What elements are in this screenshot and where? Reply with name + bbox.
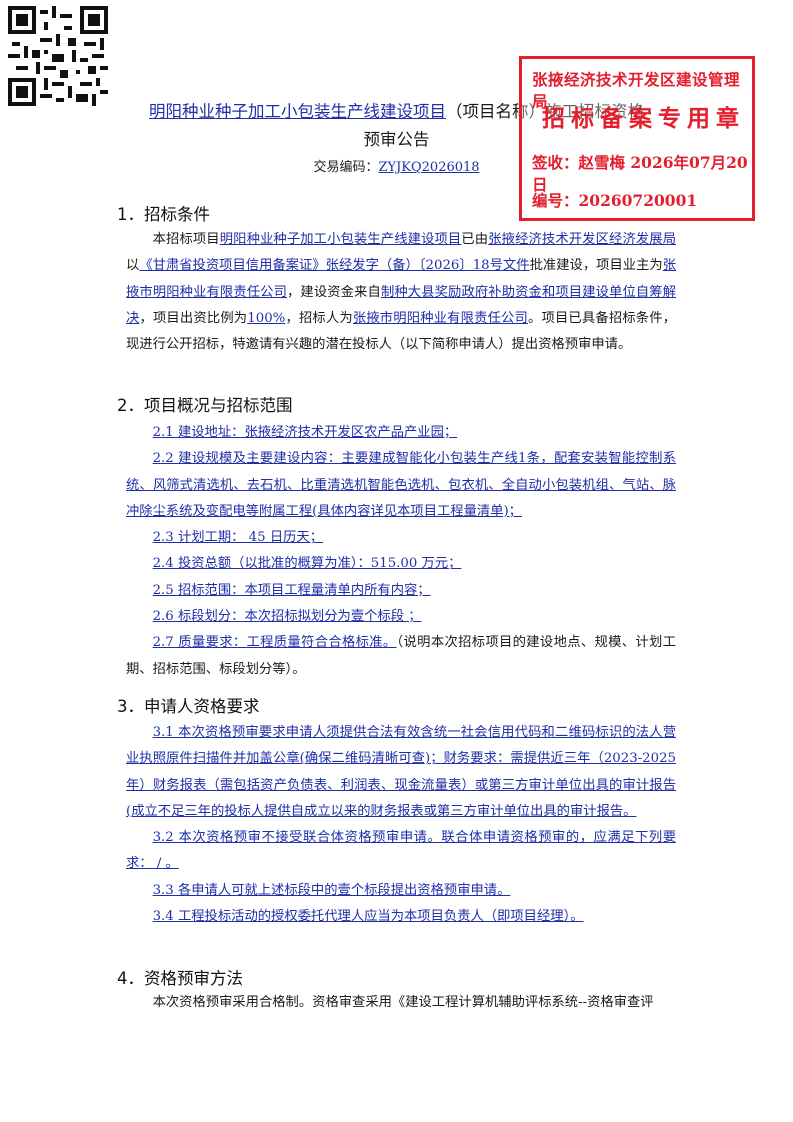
approver-link[interactable]: 张掖经济技术开发区经济发展局: [488, 232, 676, 247]
section4-body: 本次资格预审采用合格制。资格审查采用《建设工程计算机辅助评标系统--资格审查评: [126, 990, 676, 1016]
project-name-link[interactable]: 明阳种业种子加工小包装生产线建设项目: [149, 102, 446, 121]
section1-paragraph: 本招标项目明阳种业种子加工小包装生产线建设项目已由张掖经济技术开发区经济发展局以…: [126, 232, 677, 353]
list-item: 3.4 工程投标活动的授权委托代理人应当为本项目负责人（即项目经理）。: [152, 909, 584, 925]
ratio-link[interactable]: 100%: [247, 311, 285, 326]
section3-heading: 3．申请人资格要求: [117, 697, 260, 716]
list-item: 3.1 本次资格预审要求申请人须提供合法有效含统一社会信用代码和二维码标识的法人…: [126, 725, 676, 819]
section1-body: 本招标项目明阳种业种子加工小包装生产线建设项目已由张掖经济技术开发区经济发展局以…: [126, 227, 676, 358]
section3-body: 3.1 本次资格预审要求申请人须提供合法有效含统一社会信用代码和二维码标识的法人…: [126, 720, 676, 930]
section4-paragraph: 本次资格预审采用合格制。资格审查采用《建设工程计算机辅助评标系统--资格审查评: [152, 995, 654, 1010]
list-item: 3.3 各申请人可就上述标段中的壹个标段提出资格预审申请。: [152, 882, 511, 898]
list-item: 2.2 建设规模及主要建设内容：主要建成智能化小包装生产线1条，配套安装智能控制…: [126, 451, 676, 519]
qr-code-icon: [8, 6, 108, 106]
section2-heading: 2．项目概况与招标范围: [117, 396, 293, 415]
list-item: 2.7 质量要求：工程质量符合合格标准。（说明本次招标项目的建设地点、规模、计划…: [126, 635, 676, 677]
section4-heading: 4．资格预审方法: [117, 969, 243, 988]
stamp-purpose: 招标备案专用章: [542, 105, 745, 132]
list-item: 2.5 招标范围：本项目工程量清单内所有内容；: [152, 582, 431, 598]
approval-stamp: 张掖经济技术开发区建设管理局 招标备案专用章 签收：赵雪梅 2026年07月20…: [519, 56, 755, 221]
tenderer-link[interactable]: 张掖市明阳种业有限责任公司: [353, 311, 528, 326]
list-item: 2.3 计划工期： 45 日历天；: [152, 530, 324, 546]
list-item: 3.2 本次资格预审不接受联合体资格预审申请。联合体申请资格预审的，应满足下列要…: [126, 830, 676, 872]
list-item: 2.1 建设地址：张掖经济技术开发区农产品产业园；: [152, 425, 458, 440]
section1-heading: 1．招标条件: [117, 205, 210, 224]
transaction-code-value[interactable]: ZYJKQ2026018: [378, 160, 479, 175]
list-item: 2.4 投资总额（以批准的概算为准）：515.00 万元；: [152, 556, 462, 572]
approval-doc-link[interactable]: 《甘肃省投资项目信用备案证》张经发字（备）〔2026〕18号文件: [139, 258, 529, 273]
section2-body: 2.1 建设地址：张掖经济技术开发区农产品产业园； 2.2 建设规模及主要建设内…: [126, 420, 676, 683]
stamp-number: 编号：20260720001: [532, 191, 698, 210]
list-item: 2.6 标段划分：本次招标拟划分为壹个标段 ；: [152, 609, 422, 625]
transaction-code-label: 交易编码：: [313, 160, 379, 175]
project-link[interactable]: 明阳种业种子加工小包装生产线建设项目: [220, 232, 462, 247]
